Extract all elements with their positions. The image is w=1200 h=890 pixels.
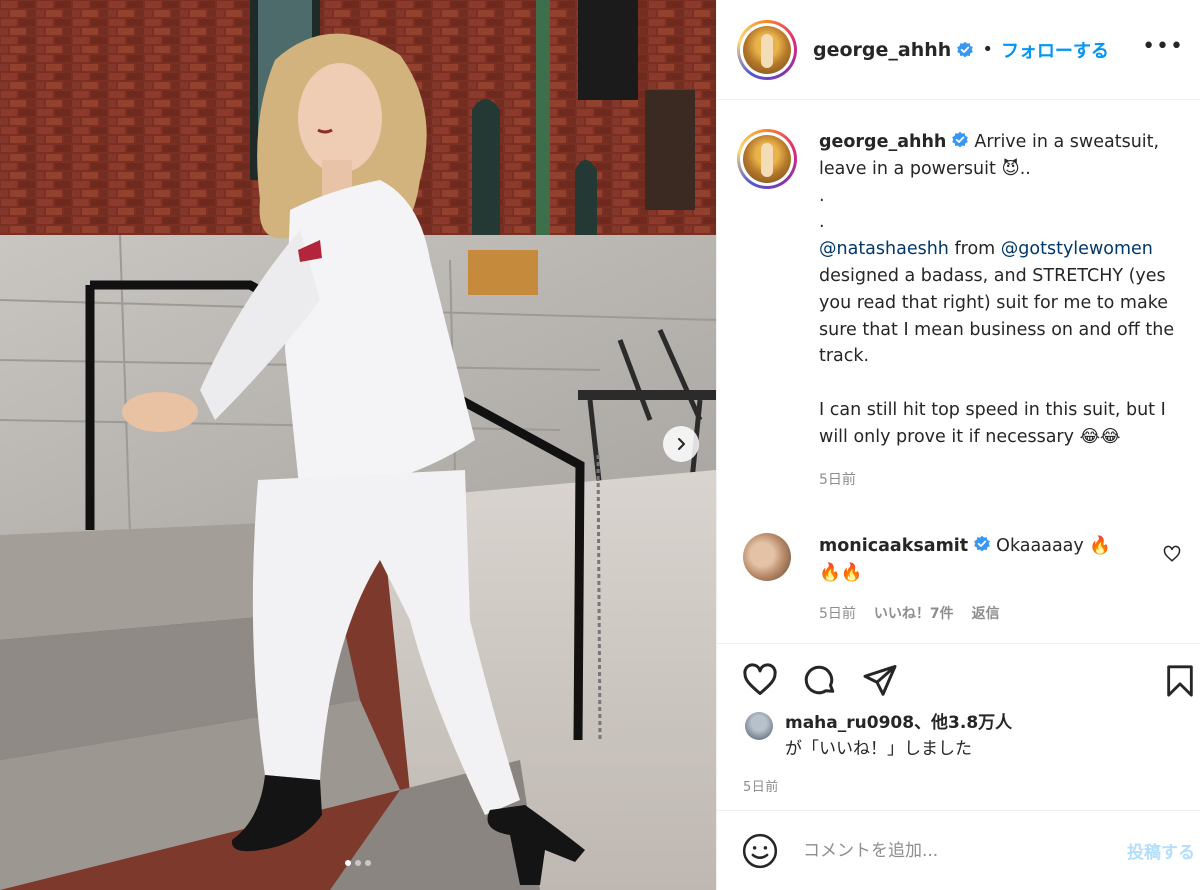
comment-avatar[interactable] bbox=[743, 533, 791, 581]
comment-meta: 5日前 いいね！7件 返信 bbox=[819, 601, 1149, 628]
comment-text: Okaaaaay bbox=[996, 536, 1084, 556]
carousel-next-button[interactable] bbox=[663, 426, 699, 462]
post-photo[interactable] bbox=[0, 0, 716, 890]
carousel-dot bbox=[365, 860, 371, 866]
comment-time[interactable]: 5日前 bbox=[819, 601, 856, 628]
verified-badge-icon bbox=[974, 535, 990, 552]
avatar[interactable] bbox=[737, 19, 797, 80]
comment-likes-count[interactable]: いいね！7件 bbox=[874, 601, 954, 628]
likes-suffix: が「いいね！」しました bbox=[785, 739, 972, 759]
mention-link[interactable]: @gotstylewomen bbox=[1001, 239, 1153, 259]
caption: george_ahhh Arrive in a sweatsuit, leave… bbox=[737, 129, 1189, 493]
carousel-dot bbox=[355, 860, 361, 866]
caption-avatar[interactable] bbox=[737, 129, 797, 189]
carousel-dot bbox=[345, 860, 351, 866]
post-image bbox=[0, 0, 716, 890]
caption-trail: .. bbox=[1019, 158, 1031, 179]
post-comment-button[interactable]: 投稿する bbox=[1127, 838, 1195, 863]
carousel-dots bbox=[0, 860, 716, 866]
more-options-button[interactable]: ••• bbox=[1142, 34, 1184, 59]
heart-icon[interactable] bbox=[1163, 545, 1181, 563]
verified-badge-icon bbox=[952, 131, 969, 148]
chevron-right-icon bbox=[678, 438, 685, 450]
post-header: george_ahhh • フォローする ••• bbox=[717, 0, 1200, 100]
laugh-emoji: 😂😂 bbox=[1079, 426, 1121, 447]
heart-icon[interactable] bbox=[741, 662, 779, 698]
mention-link[interactable]: @natashaeshh bbox=[819, 239, 949, 259]
follow-button[interactable]: フォローする bbox=[1001, 37, 1109, 63]
comment-username[interactable]: monicaaksamit bbox=[819, 536, 968, 556]
avatar-image bbox=[743, 135, 791, 183]
post-side-panel: george_ahhh • フォローする ••• george_ahhh Arr… bbox=[716, 0, 1200, 890]
caption-dot: . bbox=[819, 185, 825, 206]
caption-username[interactable]: george_ahhh bbox=[819, 132, 946, 152]
action-bar bbox=[717, 643, 1200, 705]
comment-input[interactable] bbox=[803, 840, 1093, 861]
post-time[interactable]: 5日前 bbox=[743, 776, 779, 795]
header-username[interactable]: george_ahhh bbox=[813, 39, 951, 61]
liker-avatar[interactable] bbox=[745, 712, 773, 740]
caption-time[interactable]: 5日前 bbox=[819, 467, 1189, 494]
caption-body-text: designed a badass, and STRETCHY (yes you… bbox=[819, 265, 1175, 367]
verified-badge-icon bbox=[957, 41, 974, 57]
paper-plane-icon[interactable] bbox=[861, 662, 899, 698]
bookmark-icon[interactable] bbox=[1163, 662, 1197, 700]
comment-icon[interactable] bbox=[801, 662, 839, 698]
likes-others[interactable]: 、他3.8万人 bbox=[914, 713, 1012, 733]
likes-summary: maha_ru0908、他3.8万人 が「いいね！」しました bbox=[745, 710, 1012, 762]
smiley-icon[interactable] bbox=[741, 832, 779, 870]
comment-body: monicaaksamit Okaaaaay 🔥 🔥🔥 5日前 いいね！7件 返… bbox=[819, 533, 1149, 628]
devil-emoji: 😈 bbox=[1001, 158, 1020, 179]
fire-emoji: 🔥 bbox=[1089, 536, 1112, 556]
avatar-image bbox=[743, 25, 791, 74]
comment-item: monicaaksamit Okaaaaay 🔥 🔥🔥 5日前 いいね！7件 返… bbox=[743, 533, 1183, 628]
caption-body: george_ahhh Arrive in a sweatsuit, leave… bbox=[819, 129, 1189, 493]
fire-emoji: 🔥🔥 bbox=[819, 563, 863, 583]
caption-from: from bbox=[954, 239, 996, 260]
caption-dot: . bbox=[819, 212, 825, 233]
liker-username[interactable]: maha_ru0908 bbox=[785, 713, 914, 733]
add-comment-bar: 投稿する bbox=[717, 810, 1200, 890]
reply-button[interactable]: 返信 bbox=[972, 601, 1000, 628]
comments-list[interactable]: george_ahhh Arrive in a sweatsuit, leave… bbox=[717, 101, 1200, 643]
header-separator: • bbox=[982, 39, 993, 60]
likes-text: maha_ru0908、他3.8万人 が「いいね！」しました bbox=[785, 710, 1012, 762]
